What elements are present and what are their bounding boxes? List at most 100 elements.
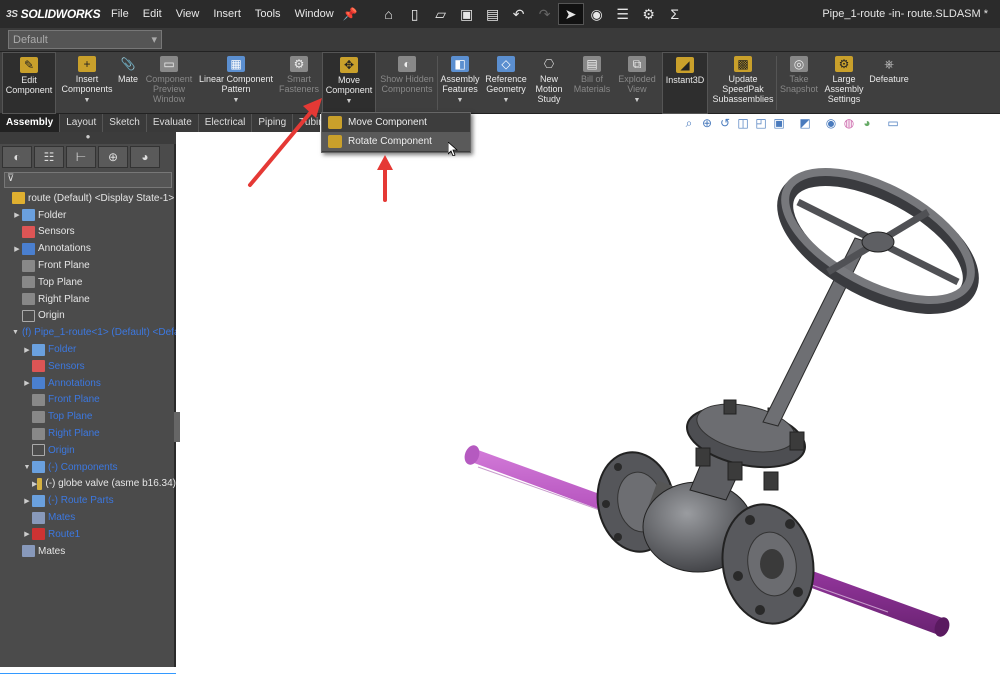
view-orientation-icon[interactable]: ▣ [770, 116, 788, 131]
tree-item[interactable]: Front Plane [0, 392, 176, 409]
tree-item[interactable]: ▼(f) Pipe_1-route<1> (Default) <Default_… [0, 324, 176, 341]
defeature-button[interactable]: ⎈ Defeature [866, 52, 912, 114]
edit-component-button[interactable]: ✎ Edit Component [2, 52, 56, 114]
linear-pattern-button[interactable]: ▦ Linear Component Pattern ▼ [196, 52, 276, 114]
menu-insert[interactable]: Insert [206, 8, 248, 20]
panel-collapse-handle[interactable]: ● [0, 132, 176, 144]
tab-piping[interactable]: Piping [252, 114, 294, 132]
smart-fasteners-button[interactable]: ⚙ Smart Fasteners [278, 52, 320, 114]
feature-tree-tab-icon[interactable]: ◐ [2, 146, 32, 168]
tree-item[interactable]: ▼ (-) Components [0, 459, 176, 476]
options-gear-icon[interactable]: ⚙ [636, 3, 662, 25]
apply-scene-icon[interactable]: ◕ [858, 116, 876, 131]
exploded-view-button[interactable]: ⧉ Exploded View ▼ [616, 52, 658, 114]
expand-arrow-icon[interactable]: ▶ [22, 530, 32, 538]
new-motion-study-button[interactable]: ⎔ New Motion Study [532, 52, 566, 114]
tab-layout[interactable]: Layout [60, 114, 104, 132]
expand-arrow-icon[interactable]: ▶ [22, 379, 32, 387]
tab-sketch[interactable]: Sketch [103, 114, 147, 132]
caret-down-icon[interactable]: ▼ [60, 96, 114, 106]
menu-file[interactable]: File [104, 8, 136, 20]
print-icon[interactable]: ▤ [480, 3, 506, 25]
redo-icon[interactable]: ↷ [532, 3, 558, 25]
update-speedpak-button[interactable]: ▩ Update SpeedPak Subassemblies [712, 52, 774, 114]
tree-item[interactable]: Sensors [0, 224, 176, 241]
file-properties-icon[interactable]: ☰ [610, 3, 636, 25]
tree-item[interactable]: ▶ Annotations [0, 240, 176, 257]
edit-appearance-icon[interactable]: ◍ [840, 116, 858, 131]
tree-item[interactable]: ▶ (-) globe valve (asme b16.34) [0, 476, 176, 493]
section-view-icon[interactable]: ◫ [734, 116, 752, 131]
take-snapshot-button[interactable]: ◎ Take Snapshot [778, 52, 820, 114]
display-style-icon[interactable]: ◩ [796, 116, 814, 131]
handwheel[interactable] [765, 146, 990, 333]
save-icon[interactable]: ▣ [454, 3, 480, 25]
rebuild-traffic-light-icon[interactable]: ◉ [584, 3, 610, 25]
caret-down-icon[interactable]: ▼ [196, 96, 276, 106]
hide-show-items-icon[interactable]: ◉ [822, 116, 840, 131]
tab-assembly[interactable]: Assembly [0, 114, 61, 132]
expand-arrow-icon[interactable]: ▶ [22, 346, 32, 354]
reference-geometry-button[interactable]: ◇ Reference Geometry ▼ [482, 52, 530, 114]
tree-item[interactable]: ▶ Route1 [0, 526, 176, 543]
select-pointer-icon[interactable]: ➤ [557, 3, 584, 25]
property-manager-tab-icon[interactable]: ☷ [34, 146, 64, 168]
tree-item[interactable]: Top Plane [0, 274, 176, 291]
configuration-select[interactable]: Default ▾ [8, 30, 162, 49]
undo-icon[interactable]: ↶ [506, 3, 532, 25]
tree-item[interactable]: Front Plane [0, 257, 176, 274]
move-component-button[interactable]: ✥ Move Component ▼ [322, 52, 376, 114]
bill-of-materials-button[interactable]: ▤ Bill of Materials [570, 52, 614, 114]
graphics-viewport[interactable] [178, 132, 1000, 667]
show-hidden-components-button[interactable]: ◐ Show Hidden Components [378, 52, 436, 114]
menu-view[interactable]: View [169, 8, 207, 20]
tree-item[interactable]: Origin [0, 308, 176, 325]
solidworks-logo[interactable]: 3S SOLIDWORKS [0, 7, 101, 21]
tab-evaluate[interactable]: Evaluate [147, 114, 199, 132]
insert-components-button[interactable]: + Insert Components ▼ [60, 52, 114, 114]
tree-item[interactable]: ▶ Annotations [0, 375, 176, 392]
move-component-menu-item[interactable]: Move Component [322, 113, 470, 132]
expand-arrow-icon[interactable]: ▶ [22, 497, 32, 505]
menu-edit[interactable]: Edit [136, 8, 169, 20]
tree-item[interactable]: Right Plane [0, 425, 176, 442]
previous-view-icon[interactable]: ↺ [716, 116, 734, 131]
tab-electrical[interactable]: Electrical [199, 114, 253, 132]
tree-item[interactable]: ▶ Folder [0, 207, 176, 224]
expand-arrow-icon[interactable]: ▼ [22, 464, 32, 471]
dynamic-annotation-icon[interactable]: ◰ [752, 116, 770, 131]
tree-item[interactable]: Right Plane [0, 291, 176, 308]
open-folder-icon[interactable]: ▱ [428, 3, 454, 25]
expand-arrow-icon[interactable]: ▶ [12, 245, 22, 253]
home-icon[interactable]: ⌂ [376, 3, 402, 25]
expand-arrow-icon[interactable]: ▶ [12, 211, 22, 219]
tree-item[interactable]: Mates [0, 543, 176, 560]
pin-icon[interactable]: 📌 [343, 7, 358, 21]
tree-item[interactable]: route (Default) <Display State-1> [0, 190, 176, 207]
caret-down-icon[interactable]: ▼ [439, 96, 481, 106]
mate-button[interactable]: 📎 Mate [114, 52, 142, 114]
new-document-icon[interactable]: ▯ [402, 3, 428, 25]
tree-item[interactable]: Origin [0, 442, 176, 459]
dimxpert-tab-icon[interactable]: ⊕ [98, 146, 128, 168]
assembly-features-button[interactable]: ◧ Assembly Features ▼ [439, 52, 481, 114]
caret-down-icon[interactable]: ▼ [616, 96, 658, 106]
tree-filter[interactable]: ⊽ [4, 172, 172, 188]
tree-item[interactable]: ▶ (-) Route Parts [0, 492, 176, 509]
configuration-manager-tab-icon[interactable]: ⊢ [66, 146, 96, 168]
caret-down-icon[interactable]: ▼ [323, 97, 375, 107]
instant3d-button[interactable]: ◢ Instant3D [662, 52, 708, 114]
zoom-to-fit-icon[interactable]: ⌕ [680, 116, 698, 131]
tree-item[interactable]: Mates [0, 509, 176, 526]
zoom-to-area-icon[interactable]: ⊕ [698, 116, 716, 131]
menu-window[interactable]: Window [288, 8, 341, 20]
display-manager-tab-icon[interactable]: ◕ [130, 146, 160, 168]
tree-item[interactable]: Top Plane [0, 408, 176, 425]
sum-icon[interactable]: Σ [662, 3, 688, 25]
expand-arrow-icon[interactable]: ▼ [12, 329, 19, 336]
large-assembly-settings-button[interactable]: ⚙ Large Assembly Settings [822, 52, 866, 114]
caret-down-icon[interactable]: ▼ [482, 96, 530, 106]
tree-item[interactable]: ▶ Folder [0, 341, 176, 358]
view-settings-icon[interactable]: ▭ [884, 116, 902, 131]
component-preview-button[interactable]: ▭ Component Preview Window [142, 52, 196, 114]
